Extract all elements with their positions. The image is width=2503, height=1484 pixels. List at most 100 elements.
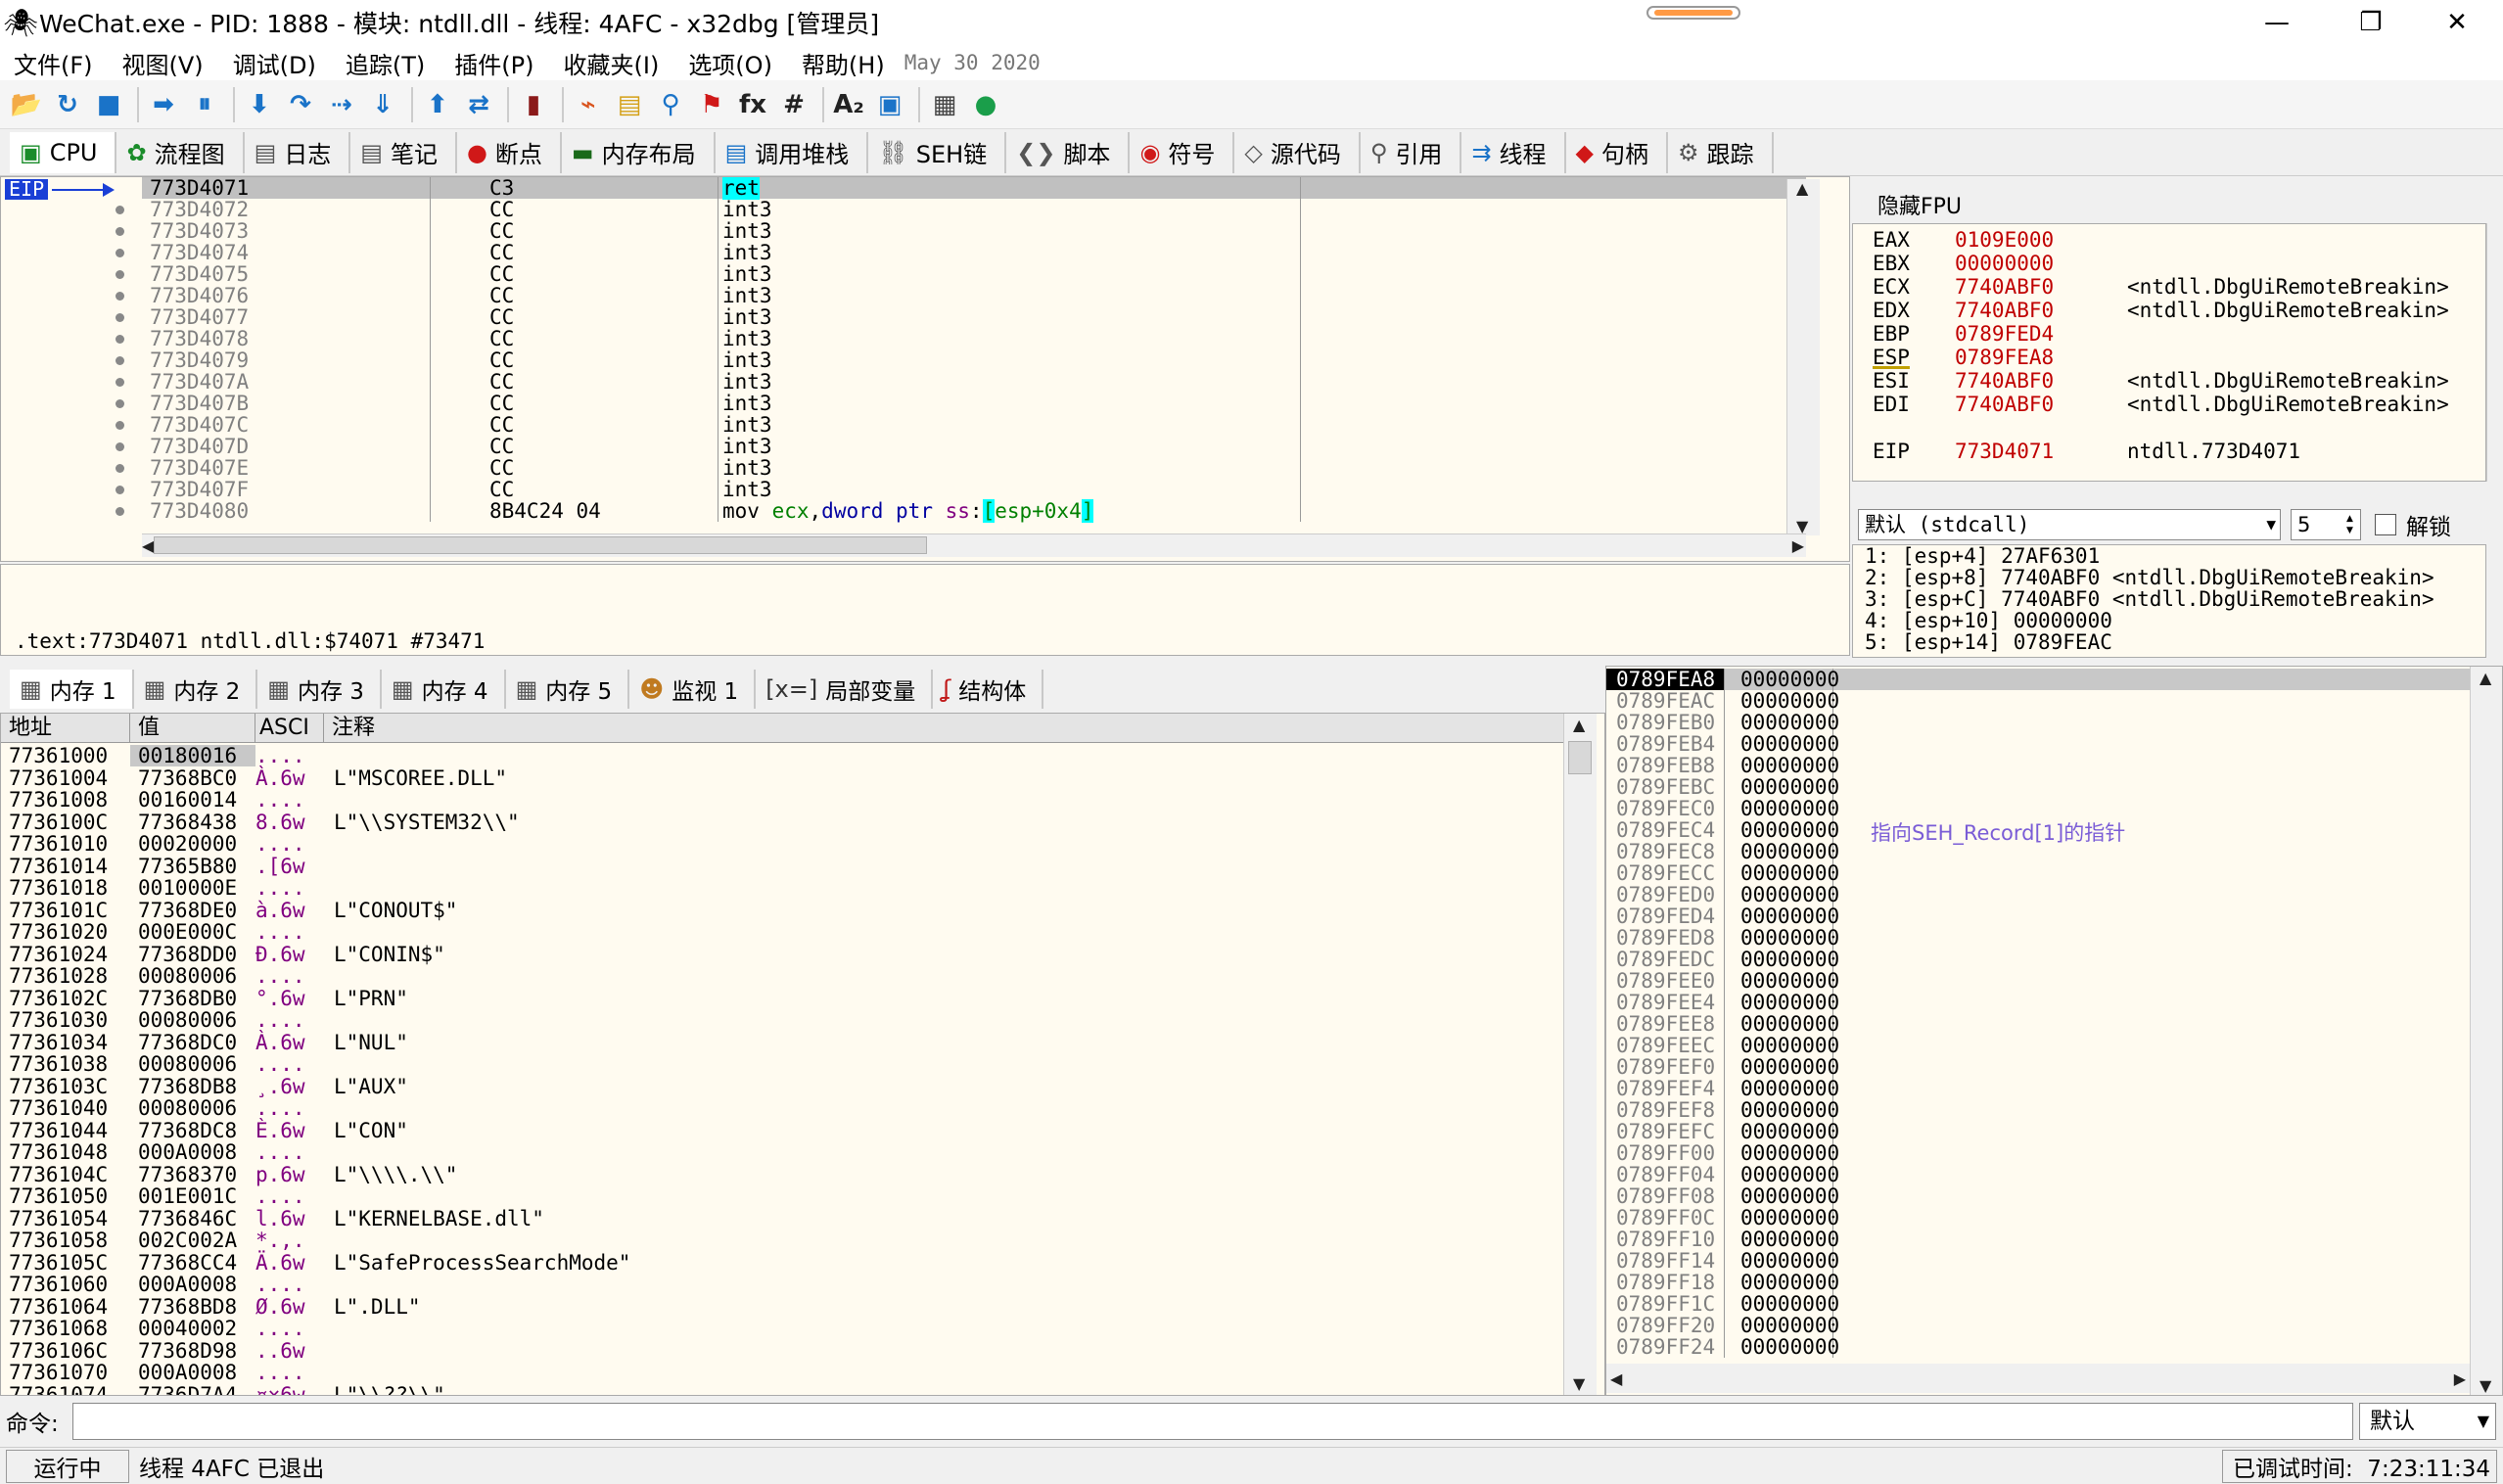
stack-row[interactable]: 0789FEC4 00000000	[1606, 819, 1839, 841]
disassembly-row[interactable]: 773D407C CC int3	[142, 414, 1806, 436]
scylla-icon[interactable]: ▮	[515, 86, 552, 123]
stack-row[interactable]: 0789FED4 00000000	[1606, 905, 1839, 927]
trace-over-icon[interactable]: ⇓	[364, 86, 401, 123]
register-value[interactable]: 00000000	[1955, 252, 2127, 275]
registers-view[interactable]: EAX 0109E000 EBX 00000000 ECX 7740ABF0 <ntdll.…	[1852, 223, 2486, 482]
title-drag-grip[interactable]	[1646, 6, 1740, 20]
bookmarks-icon[interactable]: ⚑	[693, 86, 730, 123]
disassembly-row[interactable]: 773D4075 CC int3	[142, 263, 1806, 285]
argument-row[interactable]: 3: [esp+C] 7740ABF0 <ntdll.DbgUiRemoteBr…	[1865, 588, 2434, 610]
step-into-icon[interactable]: ⬇	[241, 86, 278, 123]
stack-row[interactable]: 0789FEF4 00000000	[1606, 1078, 1839, 1099]
patch-icon[interactable]: ⌁	[570, 86, 607, 123]
modules-icon[interactable]: ▣	[871, 86, 908, 123]
stack-row[interactable]: 0789FEE0 00000000	[1606, 970, 1839, 992]
arguments-view[interactable]: 1: [esp+4] 27AF6301 2: [esp+8] 7740ABF0 <…	[1852, 544, 2486, 658]
dump-row[interactable]: 77361018 0010000E....	[1, 877, 334, 899]
stack-row[interactable]: 0789FEBC 00000000	[1606, 776, 1839, 798]
menu-item[interactable]: 选项(O)	[674, 46, 788, 80]
scroll-left-icon[interactable]: ◀	[142, 536, 154, 555]
command-mode-select[interactable]: 默认	[2359, 1403, 2496, 1440]
scroll-up-icon[interactable]: ▲	[1796, 179, 1808, 198]
stack-view[interactable]: 0789FEA8 00000000 0789FEAC 00000000 0789FEB0…	[1605, 666, 2503, 1396]
breakpoint-dot-icon[interactable]	[116, 378, 124, 387]
stack-row[interactable]: 0789FF20 00000000	[1606, 1315, 1839, 1336]
register-value[interactable]: 0789FED4	[1955, 322, 2127, 346]
register-row[interactable]: ESP 0789FEA8	[1873, 346, 2127, 369]
tab-handles[interactable]: ◆ 句柄	[1566, 131, 1669, 173]
stack-row[interactable]: 0789FF04 00000000	[1606, 1164, 1839, 1185]
stack-row[interactable]: 0789FEEC 00000000	[1606, 1035, 1839, 1056]
stack-row[interactable]: 0789FEC0 00000000	[1606, 798, 1839, 819]
dump-row[interactable]: 7736104C 77368370 p.6w L"\\\\.\\"	[1, 1164, 457, 1185]
tab-symbols[interactable]: ◉ 符号	[1130, 131, 1235, 173]
breakpoint-dot-icon[interactable]	[116, 356, 124, 365]
comments-icon[interactable]: ▤	[611, 86, 648, 123]
command-input[interactable]	[72, 1403, 2353, 1440]
tab-threads[interactable]: ⇉ 线程	[1461, 131, 1566, 173]
web-icon[interactable]: ●	[967, 86, 1004, 123]
register-value[interactable]: 7740ABF0	[1955, 369, 2127, 393]
breakpoint-dot-icon[interactable]	[116, 313, 124, 322]
stack-vertical-scrollbar[interactable]: ▲ ▼	[2470, 667, 2502, 1395]
disassembly-row[interactable]: 773D4073 CC int3	[142, 220, 1806, 242]
functions-icon[interactable]: fx	[734, 86, 771, 123]
argument-row[interactable]: 2: [esp+8] 7740ABF0 <ntdll.DbgUiRemoteBr…	[1865, 567, 2434, 588]
argument-row[interactable]: 4: [esp+10] 00000000	[1865, 610, 2112, 631]
dump-tab[interactable]: ▦ 内存 3	[257, 670, 382, 709]
dump-row[interactable]: 7736102C 77368DB0 °.6w L"PRN"	[1, 988, 408, 1009]
disassembly-row[interactable]: 773D4071 C3 ret	[142, 177, 1806, 200]
menu-item[interactable]: 视图(V)	[109, 46, 219, 80]
dump-row[interactable]: 77361038 00080006....	[1, 1053, 334, 1075]
tab-references[interactable]: ⚲ 引用	[1361, 131, 1462, 173]
argument-row[interactable]: 5: [esp+14] 0789FEAC	[1865, 631, 2112, 653]
open-icon[interactable]: 📂	[8, 86, 45, 123]
dump-tab[interactable]: [x=] 局部变量	[756, 670, 934, 709]
stack-row[interactable]: 0789FEE4 00000000	[1606, 992, 1839, 1013]
strings-icon[interactable]: A₂	[830, 86, 867, 123]
register-value[interactable]: 0789FEA8	[1955, 346, 2127, 369]
scroll-thumb[interactable]	[154, 536, 927, 554]
breakpoint-dot-icon[interactable]	[116, 227, 124, 236]
register-value[interactable]: 7740ABF0	[1955, 275, 2127, 299]
disassembly-row[interactable]: 773D407A CC int3	[142, 371, 1806, 393]
dump-row[interactable]: 7736101C 77368DE0 à.6w L"CONOUT$"	[1, 900, 457, 921]
dump-row[interactable]: 77361060 000A0008....	[1, 1274, 334, 1295]
stack-horizontal-scrollbar[interactable]: ◀ ▶	[1606, 1364, 2470, 1393]
dump-row[interactable]: 77361000 00180016....	[1, 745, 334, 766]
disassembly-vertical-scrollbar[interactable]: ▲ ▼	[1786, 179, 1820, 535]
stack-row[interactable]: 0789FF14 00000000	[1606, 1250, 1839, 1272]
maximize-button[interactable]: ❐	[2324, 0, 2418, 45]
dump-row[interactable]: 77361008 00160014....	[1, 789, 334, 811]
stack-row[interactable]: 0789FF0C 00000000	[1606, 1207, 1839, 1229]
registers-scrollbar[interactable]	[2486, 223, 2503, 482]
stack-row[interactable]: 0789FF24 00000000	[1606, 1336, 1839, 1358]
menu-item[interactable]: 帮助(H)	[788, 46, 901, 80]
memory-dump-view[interactable]: 地址 值 ASCI 注释 77361000 00180016.... 7736100…	[0, 713, 1605, 1396]
stack-row[interactable]: 0789FEB0 00000000	[1606, 712, 1839, 733]
scroll-down-icon[interactable]: ▼	[1573, 1374, 1585, 1393]
arguments-scrollbar[interactable]	[2486, 544, 2503, 658]
dump-row[interactable]: 77361004 77368BC0 À.6w L"MSCOREE.DLL"	[1, 767, 507, 789]
dump-vertical-scrollbar[interactable]: ▲ ▼	[1563, 714, 1597, 1395]
stack-row[interactable]: 0789FEDC 00000000	[1606, 949, 1839, 970]
stack-row[interactable]: 0789FEE8 00000000	[1606, 1013, 1839, 1035]
disassembly-view[interactable]: EIP 773D4071 C3 ret 773D4072 CC int3 773D4073 C…	[0, 176, 1850, 562]
run-to-user-code-icon[interactable]: ⇄	[460, 86, 497, 123]
breakpoint-dot-icon[interactable]	[116, 335, 124, 344]
dump-tab[interactable]: ▦ 内存 5	[506, 670, 630, 709]
stack-row[interactable]: 0789FEFC 00000000	[1606, 1121, 1839, 1142]
tab-notes[interactable]: ▤ 笔记	[350, 131, 457, 173]
stack-row[interactable]: 0789FF10 00000000	[1606, 1229, 1839, 1250]
dump-tab[interactable]: ʆ 结构体	[933, 670, 1044, 709]
tab-breakpoint[interactable]: ● 断点	[457, 131, 562, 173]
tab-seh[interactable]: ⛓ SEH链	[868, 131, 1007, 173]
scroll-up-icon[interactable]: ▲	[2480, 669, 2491, 687]
stack-row[interactable]: 0789FEB8 00000000	[1606, 755, 1839, 776]
menu-item[interactable]: 收藏夹(I)	[550, 46, 675, 80]
stack-row[interactable]: 0789FEF0 00000000	[1606, 1056, 1839, 1078]
dump-row[interactable]: 77361048 000A0008....	[1, 1141, 334, 1163]
breakpoint-dot-icon[interactable]	[116, 507, 124, 516]
variables-icon[interactable]: #	[775, 86, 812, 123]
dump-row[interactable]: 77361028 00080006....	[1, 965, 334, 987]
